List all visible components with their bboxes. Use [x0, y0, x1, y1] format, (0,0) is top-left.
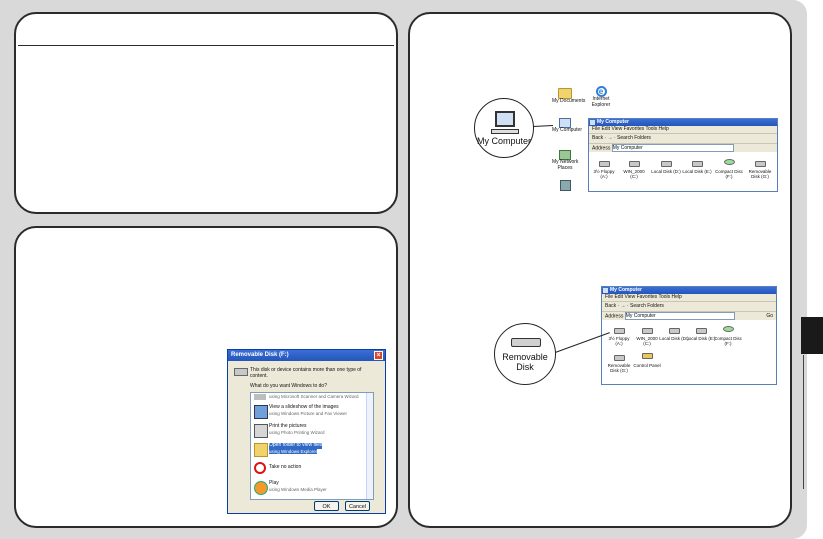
control-panel-icon[interactable]: [642, 353, 653, 359]
my-computer-window-2: My Computer File Edit View Favorites Too…: [601, 286, 777, 385]
drive-row: 3½ Floppy (A:) WIN_2000 (C:) Local Disk …: [589, 151, 777, 191]
callout-label: Removable Disk: [502, 352, 548, 372]
autoplay-dialog: Removable Disk (F:) × This disk or devic…: [227, 349, 386, 514]
list-item[interactable]: Take no action: [253, 460, 371, 476]
recycle-bin-icon: [560, 180, 571, 191]
toolbar[interactable]: Back · → · Search Folders: [589, 133, 777, 143]
dialog-titlebar: Removable Disk (F:) ×: [228, 350, 385, 361]
cancel-button[interactable]: Cancel: [345, 501, 370, 511]
window-titlebar: My Computer: [589, 119, 777, 126]
drive-icon: [234, 368, 248, 376]
panel-top-left: [14, 12, 398, 214]
callout-label: My Computer: [476, 136, 531, 146]
panel-bottom-left: Removable Disk (F:) × This disk or devic…: [14, 226, 398, 528]
list-item[interactable]: Print the pictures using Photo Printing …: [253, 422, 371, 438]
toolbar[interactable]: Back · → · Search Folders: [602, 301, 776, 311]
ok-button[interactable]: OK: [314, 501, 339, 511]
cd-drive-icon[interactable]: [723, 326, 734, 332]
floppy-drive-icon[interactable]: [599, 161, 610, 167]
list-item[interactable]: Open folder to view files using Windows …: [253, 441, 371, 457]
menu-bar[interactable]: File Edit View Favorites Tools Help: [602, 294, 776, 301]
address-input[interactable]: My Computer: [624, 312, 735, 320]
window-titlebar: My Computer: [602, 287, 776, 294]
dialog-question: What do you want Windows to do?: [250, 383, 327, 389]
drive-c-icon[interactable]: [629, 161, 640, 167]
printer-icon: [254, 424, 268, 438]
list-item[interactable]: View a slideshow of the images using Win…: [253, 403, 371, 419]
removable-disk-icon: [511, 338, 541, 347]
floppy-drive-icon[interactable]: [614, 328, 625, 334]
drive-c-icon[interactable]: [642, 328, 653, 334]
drive-d-icon[interactable]: [661, 161, 672, 167]
drive-e-icon[interactable]: [692, 161, 703, 167]
callout-connector: [533, 124, 554, 127]
address-bar[interactable]: Address My Computer Go: [602, 311, 776, 320]
section-tab: [801, 317, 823, 354]
my-computer-callout: My Computer: [474, 98, 534, 158]
cd-drive-icon[interactable]: [724, 159, 735, 165]
scanner-icon: [254, 394, 266, 400]
drive-grid: 3½ Floppy (A:) WIN_2000 (C:) Local Disk …: [602, 320, 776, 384]
no-action-icon: [254, 462, 266, 474]
panel-header-rule: [18, 45, 394, 46]
computer-icon: [495, 111, 515, 127]
folder-icon: [254, 443, 268, 457]
slideshow-icon: [254, 405, 268, 419]
computer-icon: [603, 288, 608, 293]
menu-bar[interactable]: File Edit View Favorites Tools Help: [589, 126, 777, 133]
internet-explorer-desktop-icon[interactable]: e Internet Explorer: [588, 86, 614, 108]
removable-disk-icon[interactable]: [755, 161, 766, 167]
close-icon[interactable]: ×: [374, 351, 383, 360]
my-network-places-desktop-icon[interactable]: My Network Places: [552, 150, 578, 171]
list-item[interactable]: Play using Windows Media Player: [253, 479, 371, 495]
drive-d-icon[interactable]: [669, 328, 680, 334]
keyboard-icon: [491, 129, 519, 134]
side-rule: [803, 355, 804, 489]
my-computer-desktop-icon[interactable]: My Computer: [552, 118, 582, 134]
my-computer-window: My Computer File Edit View Favorites Too…: [588, 118, 778, 192]
dialog-title: Removable Disk (F:): [231, 352, 289, 358]
dialog-message: This disk or device contains more than o…: [250, 367, 362, 379]
go-button[interactable]: Go: [766, 312, 773, 320]
media-player-icon: [254, 481, 268, 495]
drive-e-icon[interactable]: [696, 328, 707, 334]
action-list[interactable]: using Microsoft Scanner and Camera Wizar…: [250, 392, 374, 500]
removable-disk-icon[interactable]: [614, 355, 625, 361]
computer-icon: [590, 120, 595, 125]
removable-disk-callout: Removable Disk: [494, 323, 556, 385]
list-scrollbar[interactable]: [366, 393, 373, 499]
my-documents-desktop-icon[interactable]: My Documents: [552, 88, 585, 105]
panel-right: My Documents e Internet Explorer My Comp…: [408, 12, 792, 528]
